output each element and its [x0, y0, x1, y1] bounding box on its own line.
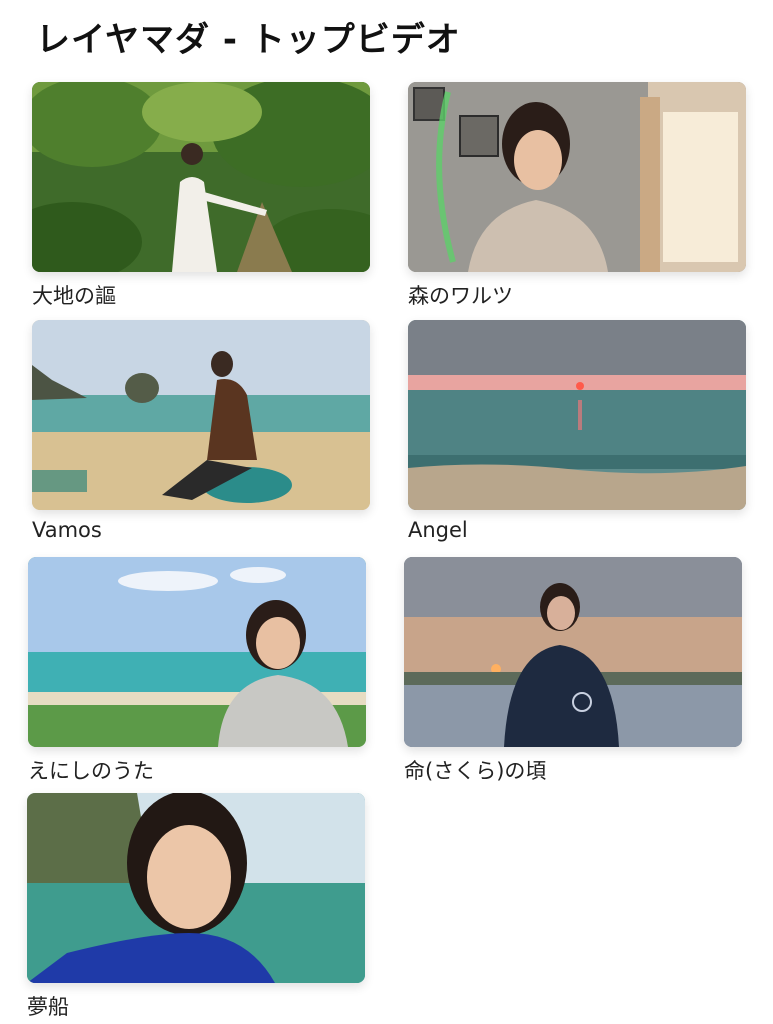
video-title[interactable]: Vamos	[32, 518, 370, 542]
jungle-icon	[32, 82, 370, 272]
video-title[interactable]: 夢船	[27, 991, 365, 1021]
video-card[interactable]: 命(さくら)の頃	[404, 557, 742, 785]
video-thumbnail[interactable]	[404, 557, 742, 747]
video-card[interactable]: Angel	[408, 320, 746, 542]
video-thumbnail[interactable]	[32, 82, 370, 272]
video-thumbnail[interactable]	[408, 320, 746, 510]
video-title[interactable]: 大地の謳	[32, 280, 370, 310]
page-title: レイヤマダ - トップビデオ	[36, 20, 461, 60]
video-thumbnail[interactable]	[27, 793, 365, 983]
video-thumbnail[interactable]	[32, 320, 370, 510]
seaside-icon	[28, 557, 366, 747]
sunset-sea-icon	[408, 320, 746, 510]
dusk-shore-icon	[404, 557, 742, 747]
video-card[interactable]: 森のワルツ	[408, 82, 746, 310]
video-thumbnail[interactable]	[28, 557, 366, 747]
video-title[interactable]: 森のワルツ	[408, 280, 746, 310]
video-thumbnail[interactable]	[408, 82, 746, 272]
video-card[interactable]: Vamos	[32, 320, 370, 542]
video-title[interactable]: Angel	[408, 518, 746, 542]
room-icon	[408, 82, 746, 272]
video-card[interactable]: 夢船	[27, 793, 365, 1021]
video-title[interactable]: 命(さくら)の頃	[404, 755, 742, 785]
beach-rocks-icon	[32, 320, 370, 510]
video-card[interactable]: えにしのうた	[28, 557, 366, 785]
video-title[interactable]: えにしのうた	[28, 755, 366, 785]
cove-icon	[27, 793, 365, 983]
video-list-page: レイヤマダ - トップビデオ 大地の謳 森のワルツ Vamos Angel えに…	[0, 0, 773, 1024]
video-card[interactable]: 大地の謳	[32, 82, 370, 310]
